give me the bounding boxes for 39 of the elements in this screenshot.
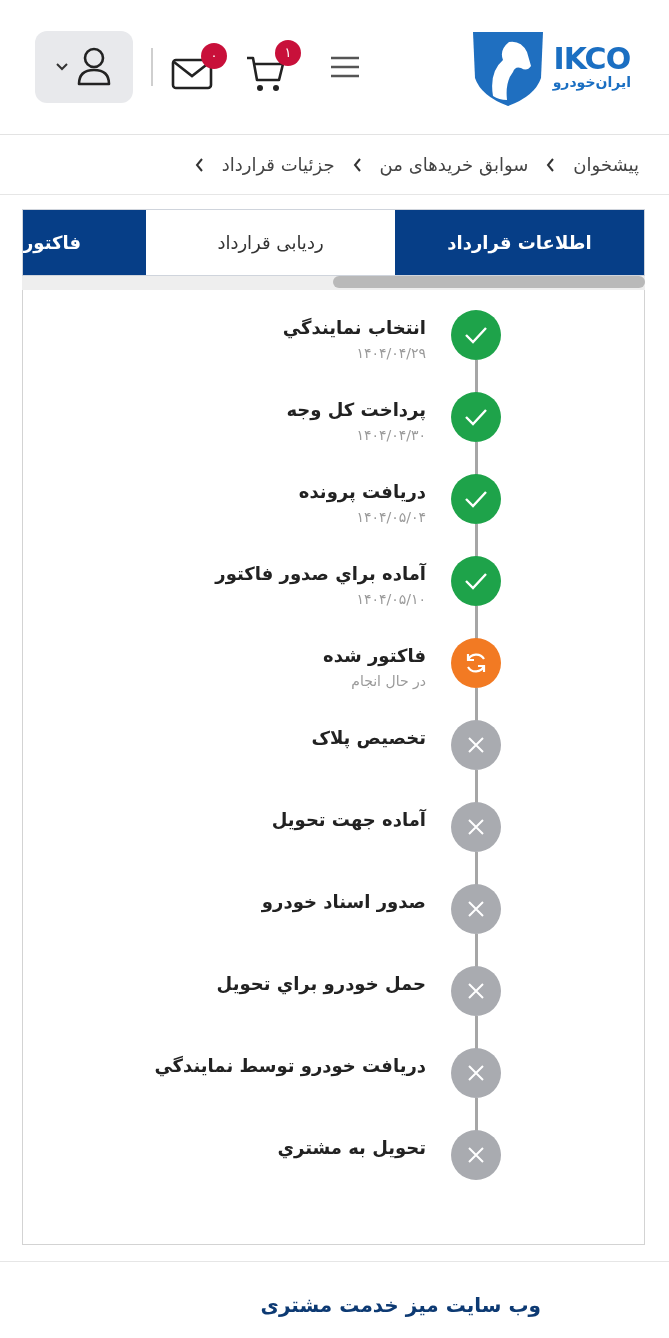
step-title: حمل خودرو براي تحویل xyxy=(216,972,426,997)
step-date: ۱۴۰۴/۰۴/۲۹ xyxy=(355,344,426,363)
step-title: تحویل به مشتري xyxy=(277,1136,426,1161)
step-title: صدور اسناد خودرو xyxy=(261,890,426,915)
footer-link[interactable]: وب سایت میز خدمت مشتری xyxy=(260,1293,541,1317)
breadcrumb-link[interactable]: جزئیات قرارداد xyxy=(221,151,335,178)
step-date: ۱۴۰۴/۰۵/۰۴ xyxy=(355,508,426,527)
cart-button[interactable]: ۱ xyxy=(245,40,301,94)
scrollbar-thumb[interactable] xyxy=(333,276,645,288)
chevron-icon xyxy=(194,157,204,172)
breadcrumb-link[interactable]: پیشخوان xyxy=(573,151,639,178)
envelope-icon xyxy=(171,57,213,91)
breadcrumb-link[interactable]: سوابق خریدهای من xyxy=(379,151,529,178)
user-menu-button[interactable] xyxy=(35,31,133,103)
step-title: انتخاب نمايندگي xyxy=(282,316,426,341)
menu-button[interactable] xyxy=(329,54,361,80)
step-title: فاکتور شده xyxy=(323,644,426,669)
step-title: دریافت پرونده xyxy=(298,480,426,505)
mail-button[interactable]: ۰ xyxy=(171,43,227,91)
step-title: آماده براي صدور فاکتور xyxy=(215,562,426,587)
user-icon xyxy=(76,46,112,88)
tab[interactable]: فاکتور xyxy=(23,210,146,275)
step-title: دریافت خودرو توسط نمایندگي xyxy=(154,1054,426,1079)
chevron-icon xyxy=(352,157,362,172)
step-date: ۱۴۰۴/۰۴/۳۰ xyxy=(355,426,426,445)
step-date: ۱۴۰۴/۰۵/۱۰ xyxy=(355,590,426,609)
caret-icon xyxy=(56,63,68,71)
step-title: پرداخت کل وجه xyxy=(286,398,426,423)
logo-subtext: ایران‌خودرو xyxy=(552,73,631,91)
step-title: آماده جهت تحویل xyxy=(271,808,426,833)
cart-count-badge: ۱ xyxy=(275,40,301,66)
step-status: در حال انجام xyxy=(350,672,426,691)
chevron-icon xyxy=(546,157,556,172)
step-title: تخصیص پلاک xyxy=(311,726,426,751)
tab[interactable]: اطلاعات قرارداد xyxy=(395,210,644,275)
menu-icon xyxy=(329,55,361,80)
logo-text: IKCO xyxy=(553,43,631,74)
cart-icon xyxy=(245,54,287,94)
mail-count-badge: ۰ xyxy=(201,43,227,69)
